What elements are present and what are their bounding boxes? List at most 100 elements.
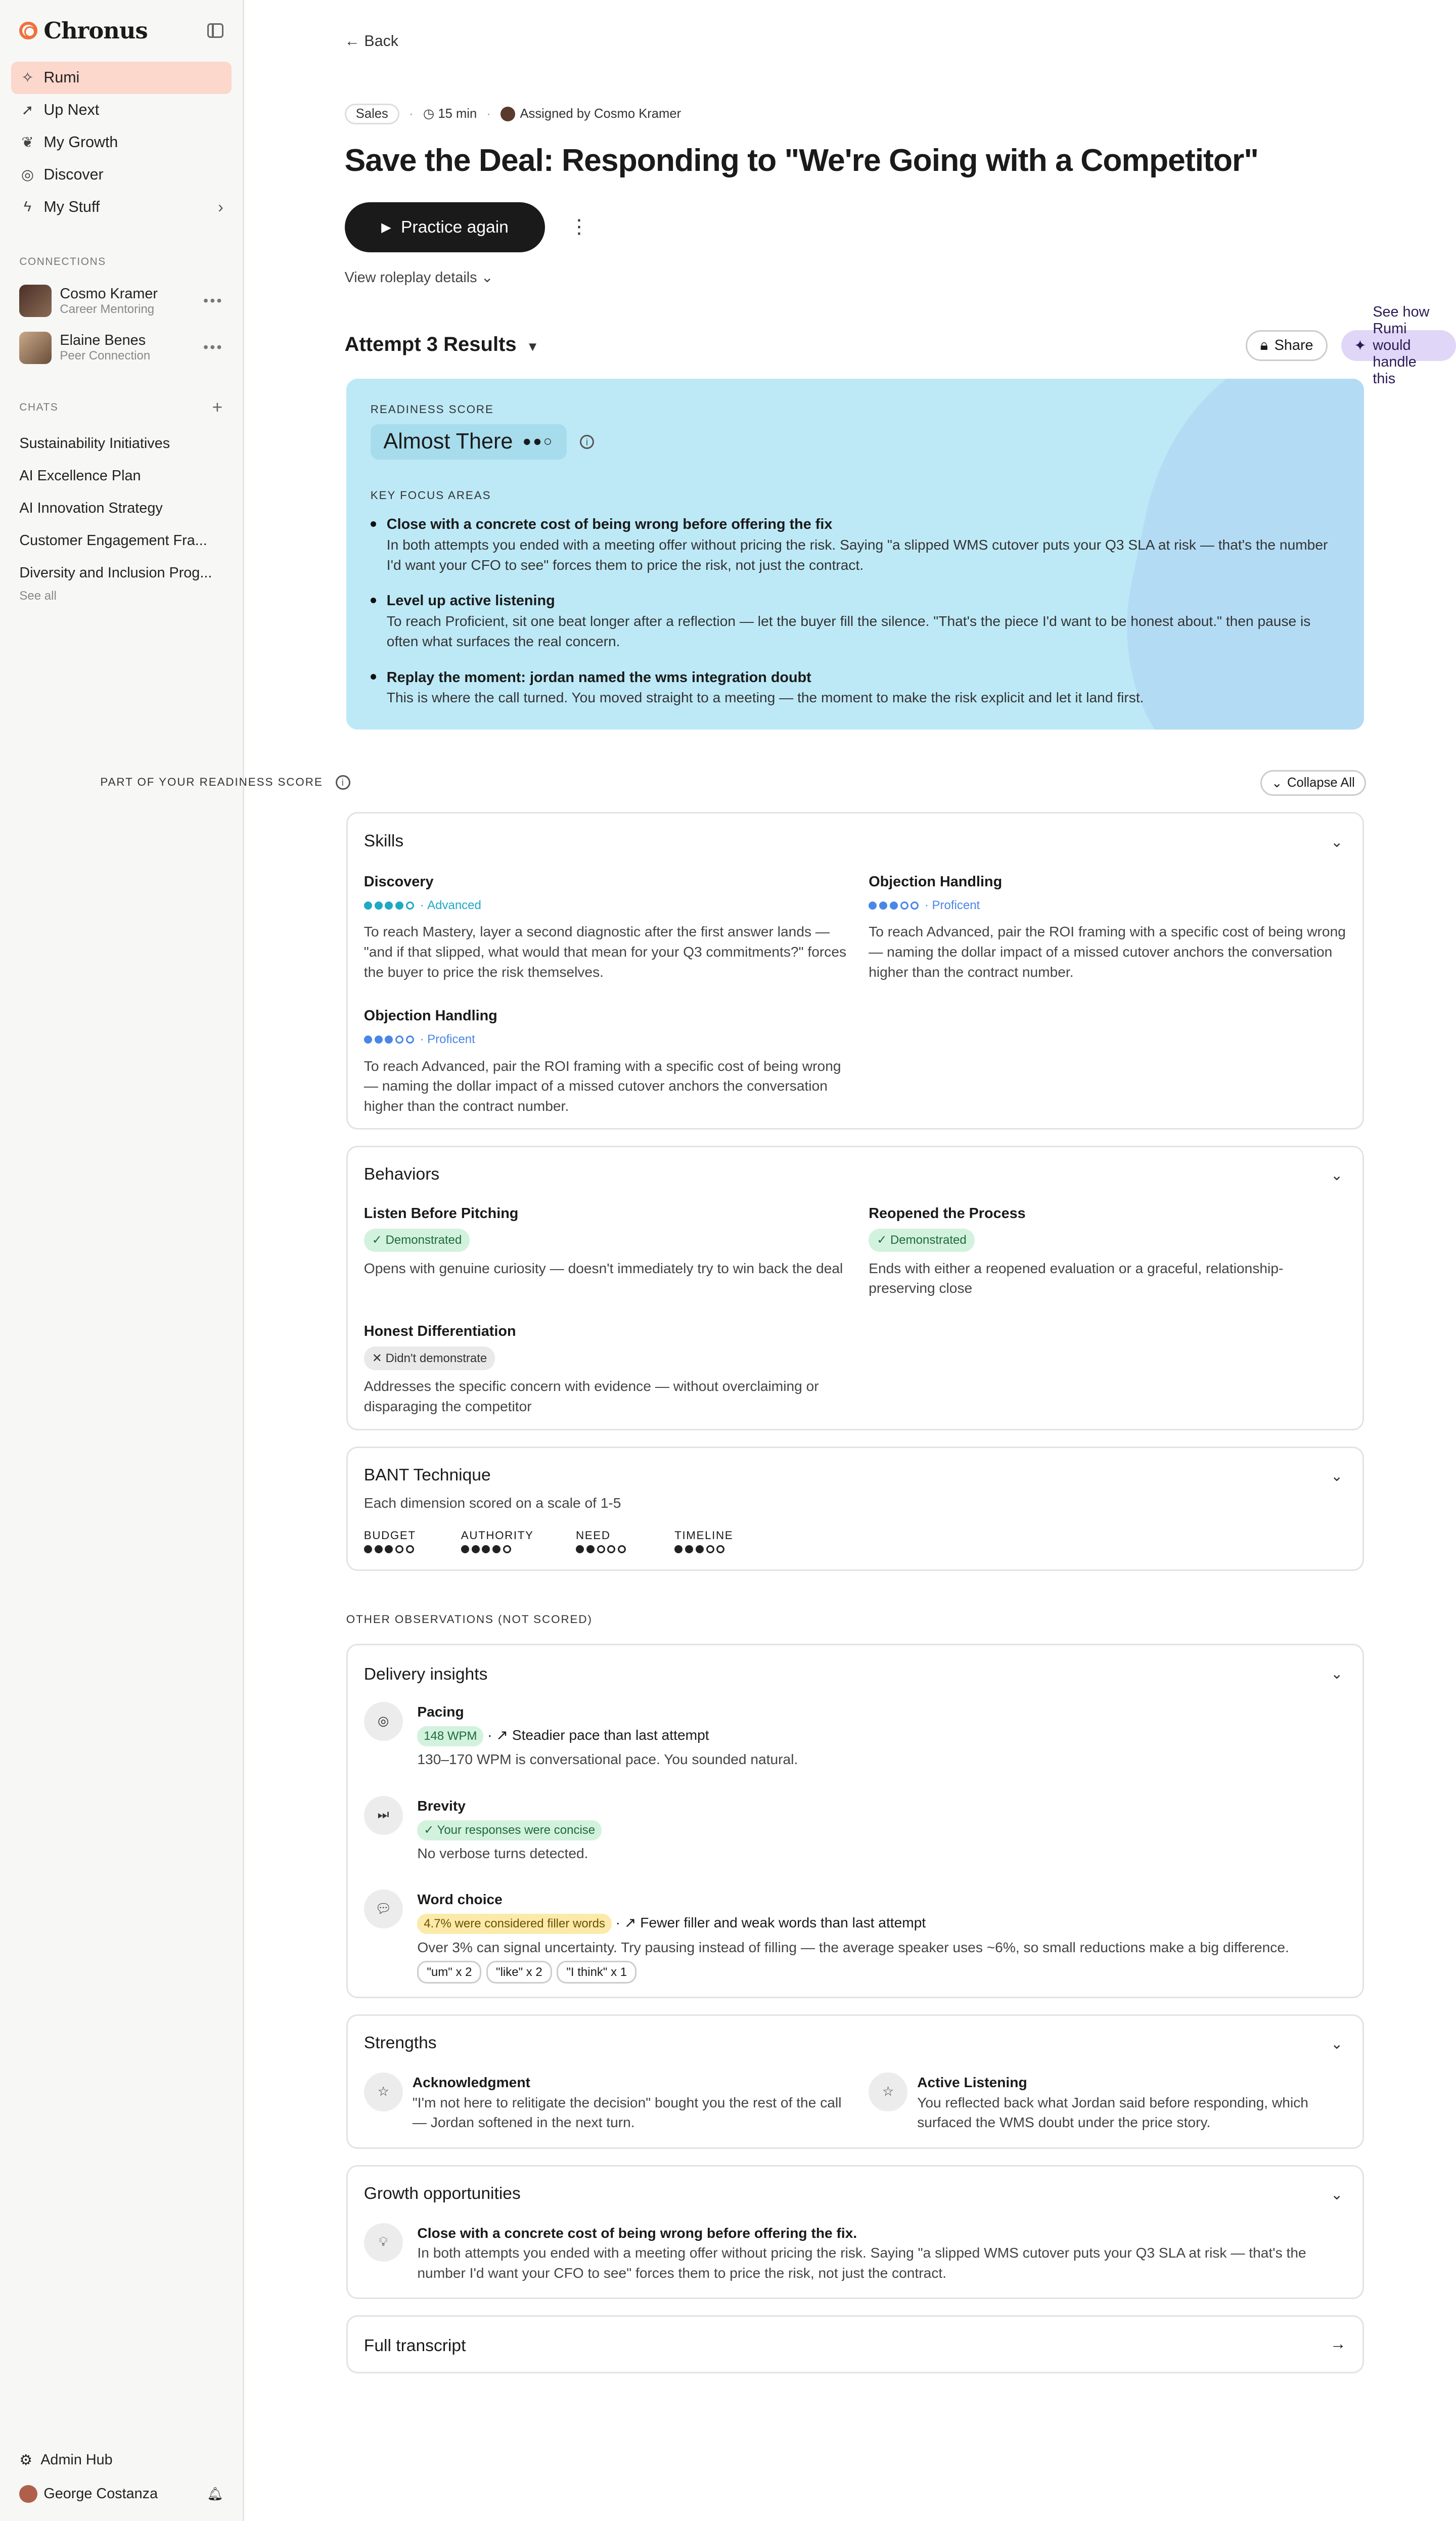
skill-level: · Proficent [869, 895, 1346, 916]
chevron-down-icon[interactable]: ⌄ [1331, 2186, 1343, 2203]
brevity-tag: ✓ Your responses were concise [417, 1820, 602, 1840]
level-dot [374, 1036, 383, 1044]
chevron-down-icon[interactable]: ⌄ [1331, 1166, 1343, 1184]
chat-item[interactable]: AI Excellence Plan [0, 460, 243, 492]
sidebar-toggle-icon[interactable] [207, 23, 223, 38]
score-dot [482, 1545, 490, 1554]
nav-item-rumi[interactable]: ✧ Rumi [11, 61, 232, 94]
status-badge: ✕ Didn't demonstrate [363, 1346, 495, 1370]
bell-icon[interactable]: 🔔︎ [207, 2487, 223, 2502]
behaviors-card: Behaviors ⌄ Listen Before Pitching ✓ Dem… [346, 1145, 1364, 1430]
focus-item: Replay the moment: jordan named the wms … [370, 668, 1340, 708]
readiness-card: READINESS SCORE Almost There ●●○ i KEY FOC… [346, 378, 1364, 730]
score-dot [461, 1545, 469, 1554]
score-dot [706, 1545, 714, 1554]
behavior-item: Reopened the Process ✓ Demonstrated Ends… [869, 1205, 1284, 1296]
lock-icon: 🔒︎ [1260, 337, 1268, 353]
see-how-rumi-button[interactable]: ✦ See how Rumi would handle this [1341, 304, 1456, 387]
avatar [19, 331, 52, 364]
sparkle-icon: ✦ [1354, 337, 1367, 354]
behavior-item: Honest Differentiation ✕ Didn't demonstr… [363, 1323, 819, 1415]
filler-chip: "like" x 2 [486, 1960, 552, 1984]
score-dot [695, 1545, 704, 1554]
skills-title: Skills [363, 831, 404, 850]
full-transcript-link[interactable]: Full transcript → [346, 2315, 1364, 2374]
key-focus-label: KEY FOCUS AREAS [370, 488, 491, 502]
score-dot [374, 1545, 383, 1554]
info-icon[interactable]: i [579, 434, 595, 449]
practice-again-button[interactable]: ▶ Practice again [344, 202, 545, 253]
chevron-down-icon[interactable]: ⌄ [1331, 833, 1343, 851]
caret-down-icon: ▼ [526, 340, 539, 354]
chevron-down-icon[interactable]: ⌄ [1331, 1665, 1343, 1683]
chevron-down-icon[interactable]: ⌄ [1331, 1467, 1343, 1485]
chevron-right-icon: › [218, 198, 223, 216]
attempt-selector[interactable]: Attempt 3 Results ▼ [345, 333, 539, 356]
bant-dimension: NEED [575, 1529, 628, 1554]
nav-item-up-next[interactable]: ➚ Up Next [11, 94, 231, 126]
chronus-logo-icon [19, 22, 37, 40]
nav-item-discover[interactable]: ◎ Discover [11, 159, 231, 191]
bant-card: BANT Technique ⌄ Each dimension scored o… [346, 1446, 1364, 1571]
level-dots [869, 901, 921, 910]
view-roleplay-details-toggle[interactable]: View roleplay details ⌄ [345, 268, 493, 286]
user-menu[interactable]: George Costanza 🔔︎ [0, 2477, 243, 2511]
star-icon: ☆ [869, 2073, 907, 2111]
status-badge: ✓ Demonstrated [869, 1228, 975, 1252]
nav-item-my-growth[interactable]: ❦ My Growth [11, 126, 231, 159]
score-dot [395, 1545, 404, 1554]
strengths-title: Strengths [363, 2034, 437, 2053]
chevron-down-icon[interactable]: ⌄ [1331, 2035, 1343, 2053]
plus-icon[interactable]: + [212, 397, 223, 418]
see-all-link[interactable]: See all [0, 589, 243, 603]
admin-hub-link[interactable]: ⚙ Admin Hub [0, 2443, 243, 2477]
score-dot [405, 1545, 414, 1554]
chat-item[interactable]: Sustainability Initiatives [0, 427, 243, 460]
compass-icon: ◎ [21, 167, 34, 184]
transcript-title: Full transcript [363, 2336, 466, 2355]
app-logo[interactable]: Chronus [0, 0, 243, 62]
score-dot [716, 1545, 725, 1554]
back-button[interactable]: ← Back [345, 32, 398, 50]
delivery-insights-card: Delivery insights ⌄ ◎ Pacing 148 WPM · ↗… [346, 1644, 1364, 1998]
check-icon: ✓ [877, 1233, 890, 1247]
gear-icon: ⚙ [19, 2452, 33, 2469]
kebab-menu-icon[interactable]: ⋮ [569, 215, 588, 238]
connection-item[interactable]: Cosmo Kramer Career Mentoring ••• [0, 278, 243, 325]
level-dot [405, 1036, 414, 1044]
chat-item[interactable]: Diversity and Inclusion Prog... [0, 557, 243, 589]
score-dot [607, 1545, 616, 1554]
score-dot [385, 1545, 393, 1554]
level-dot [395, 901, 404, 910]
score-dots [674, 1545, 733, 1554]
connections-label: CONNECTIONS [19, 255, 106, 267]
wpm-tag: 148 WPM [417, 1726, 484, 1746]
app-name: Chronus [43, 17, 148, 44]
filler-chip: "I think" x 1 [557, 1960, 637, 1984]
avatar [19, 2485, 37, 2503]
x-icon: ✕ [372, 1351, 386, 1365]
more-icon[interactable]: ••• [203, 339, 223, 356]
collapse-all-button[interactable]: ⌄ Collapse All [1260, 770, 1366, 796]
behaviors-title: Behaviors [363, 1164, 440, 1184]
nav-item-my-stuff[interactable]: ϟ My Stuff › [11, 191, 231, 223]
star-icon: ☆ [363, 2073, 403, 2111]
chat-item[interactable]: Customer Engagement Fra... [0, 524, 243, 557]
strengths-card: Strengths ⌄ ☆ Acknowledgment "I'm not he… [346, 2014, 1364, 2149]
info-icon[interactable]: i [336, 775, 351, 790]
play-icon: ▶ [381, 220, 391, 235]
more-icon[interactable]: ••• [203, 293, 223, 309]
score-dots-icon: ●●○ [522, 433, 554, 450]
connection-item[interactable]: Elaine Benes Peer Connection ••• [0, 325, 243, 372]
score-dots [575, 1545, 628, 1554]
chat-item[interactable]: AI Innovation Strategy [0, 492, 243, 524]
skill-level: · Advanced [363, 895, 849, 916]
share-button[interactable]: 🔒︎ Share [1245, 330, 1328, 361]
filler-chip: "um" x 2 [417, 1960, 482, 1984]
growth-title: Growth opportunities [363, 2184, 521, 2203]
bant-dimension: BUDGET [363, 1529, 417, 1554]
skills-card: Skills ⌄ Discovery · Advanced To reach M… [346, 812, 1364, 1130]
check-icon: ✓ [424, 1823, 437, 1837]
level-dot [363, 901, 372, 910]
speech-bubble-icon: 💬︎ [363, 1889, 403, 1929]
